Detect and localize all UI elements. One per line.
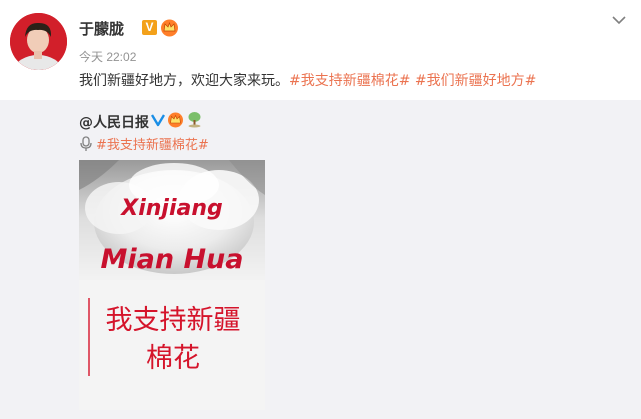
poster-divider — [88, 298, 90, 376]
cotton-poster-image[interactable]: Xinjiang Mian Hua 我支持新疆棉花 — [79, 160, 265, 410]
chevron-down-icon[interactable] — [609, 13, 629, 27]
post-timestamp[interactable]: 今天 22:02 — [79, 48, 136, 65]
post-body: 我们新疆好地方，欢迎大家来玩。 — [79, 73, 289, 89]
avatar-image — [10, 13, 67, 70]
poster-slogan: 我支持新疆棉花 — [105, 305, 241, 374]
microphone-icon — [80, 136, 92, 151]
author-name[interactable]: 于朦胧 — [79, 18, 124, 39]
post-text: 我们新疆好地方，欢迎大家来玩。#我支持新疆棉花# #我们新疆好地方# — [79, 70, 536, 90]
crown-icon — [168, 112, 183, 128]
hashtag-link[interactable]: #我们新疆好地方# — [415, 73, 536, 89]
tree-icon — [188, 112, 201, 128]
weibo-post: 于朦胧 V 今天 22:02 我们新疆好地方，欢迎大家来玩。#我支持新疆棉花# … — [0, 0, 641, 419]
vip-badge-icon[interactable]: V — [142, 20, 157, 35]
crown-icon[interactable] — [160, 18, 179, 37]
verified-icon — [151, 114, 165, 127]
poster-title-line2: Mian Hua — [100, 244, 244, 275]
repost-username[interactable]: @人民日报 — [79, 112, 149, 132]
hashtag-link[interactable]: #我支持新疆棉花# — [289, 73, 410, 89]
repost-hashtag-link[interactable]: #我支持新疆棉花# — [96, 134, 209, 153]
poster-title-line1: Xinjiang — [121, 196, 223, 221]
avatar[interactable] — [10, 13, 67, 70]
